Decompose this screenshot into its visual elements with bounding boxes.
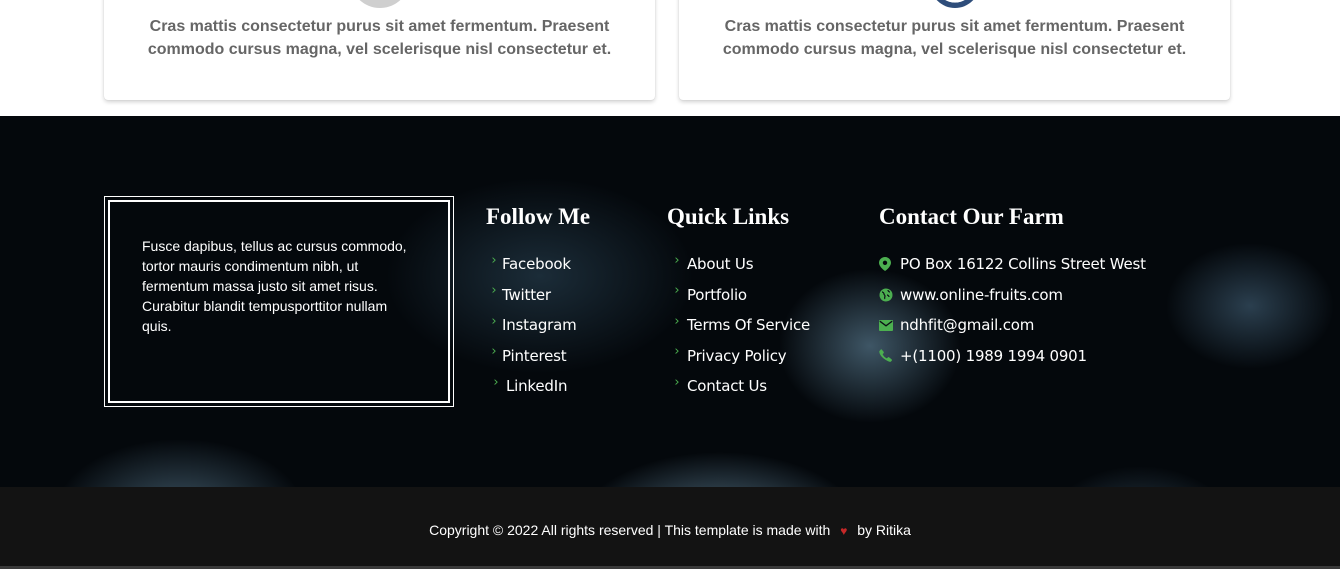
quick-link-portfolio[interactable]: › Portfolio	[667, 280, 810, 311]
follow-link-linkedin[interactable]: › LinkedIn	[486, 371, 590, 402]
chevron-right-icon: ›	[493, 374, 499, 390]
feature-cards-section: Cras mattis consectetur purus sit amet f…	[0, 0, 1340, 116]
chevron-right-icon: ›	[674, 344, 680, 360]
phone-icon	[879, 349, 900, 363]
copyright-bar: Copyright © 2022 All rights reserved | T…	[0, 487, 1340, 569]
globe-icon	[879, 288, 900, 302]
chevron-right-icon: ›	[674, 313, 680, 329]
chevron-right-icon: ›	[674, 252, 680, 268]
copyright-prefix: Copyright © 2022 All rights reserved | T…	[429, 522, 831, 538]
quick-links-heading: Quick Links	[667, 204, 790, 229]
chevron-right-icon: ›	[674, 283, 680, 299]
feature-card: Cras mattis consectetur purus sit amet f…	[104, 0, 655, 100]
chevron-right-icon: ›	[491, 252, 497, 268]
card-image	[349, 0, 410, 8]
follow-link-twitter[interactable]: › Twitter	[486, 280, 590, 311]
follow-me-column: Follow Me › Facebook › Twitter › Instagram …	[486, 204, 590, 402]
follow-link-facebook[interactable]: › Facebook	[486, 249, 590, 280]
copyright-author: by Ritika	[857, 522, 911, 538]
quick-link-terms[interactable]: › Terms Of Service	[667, 310, 810, 341]
contact-website[interactable]: www.online-fruits.com	[879, 280, 1146, 311]
chevron-right-icon: ›	[491, 283, 497, 299]
feature-card: Cras mattis consectetur purus sit amet f…	[679, 0, 1230, 100]
mail-icon	[879, 319, 900, 331]
contact-email[interactable]: ndhfit@gmail.com	[879, 310, 1146, 341]
chevron-right-icon: ›	[674, 374, 680, 390]
follow-me-heading: Follow Me	[486, 204, 591, 229]
chevron-right-icon: ›	[491, 344, 497, 360]
follow-link-pinterest[interactable]: › Pinterest	[486, 341, 590, 372]
quick-links-column: Quick Links › About Us › Portfolio › Terms …	[667, 204, 810, 402]
about-text: Fusce dapibus, tellus ac cursus commodo,…	[142, 238, 407, 334]
card-text: Cras mattis consectetur purus sit amet f…	[147, 18, 612, 58]
contact-column: Contact Our Farm PO Box 16122 Collins St…	[879, 204, 1146, 371]
card-text: Cras mattis consectetur purus sit amet f…	[722, 18, 1187, 58]
contact-address: PO Box 16122 Collins Street West	[879, 249, 1146, 280]
contact-heading: Contact Our Farm	[879, 204, 1064, 229]
quick-link-about[interactable]: › About Us	[667, 249, 810, 280]
follow-link-instagram[interactable]: › Instagram	[486, 310, 590, 341]
heart-icon: ♥	[840, 524, 848, 538]
copyright-text: Copyright © 2022 All rights reserved | T…	[0, 522, 1340, 538]
footer: Fusce dapibus, tellus ac cursus commodo,…	[0, 116, 1340, 487]
about-box: Fusce dapibus, tellus ac cursus commodo,…	[104, 196, 454, 407]
about-box-inner: Fusce dapibus, tellus ac cursus commodo,…	[108, 200, 450, 403]
chevron-right-icon: ›	[491, 313, 497, 329]
quick-link-privacy[interactable]: › Privacy Policy	[667, 341, 810, 372]
map-pin-icon	[879, 257, 900, 272]
contact-phone[interactable]: +(1100) 1989 1994 0901	[879, 341, 1146, 372]
quick-link-contact[interactable]: › Contact Us	[667, 371, 810, 402]
card-image	[929, 0, 980, 8]
